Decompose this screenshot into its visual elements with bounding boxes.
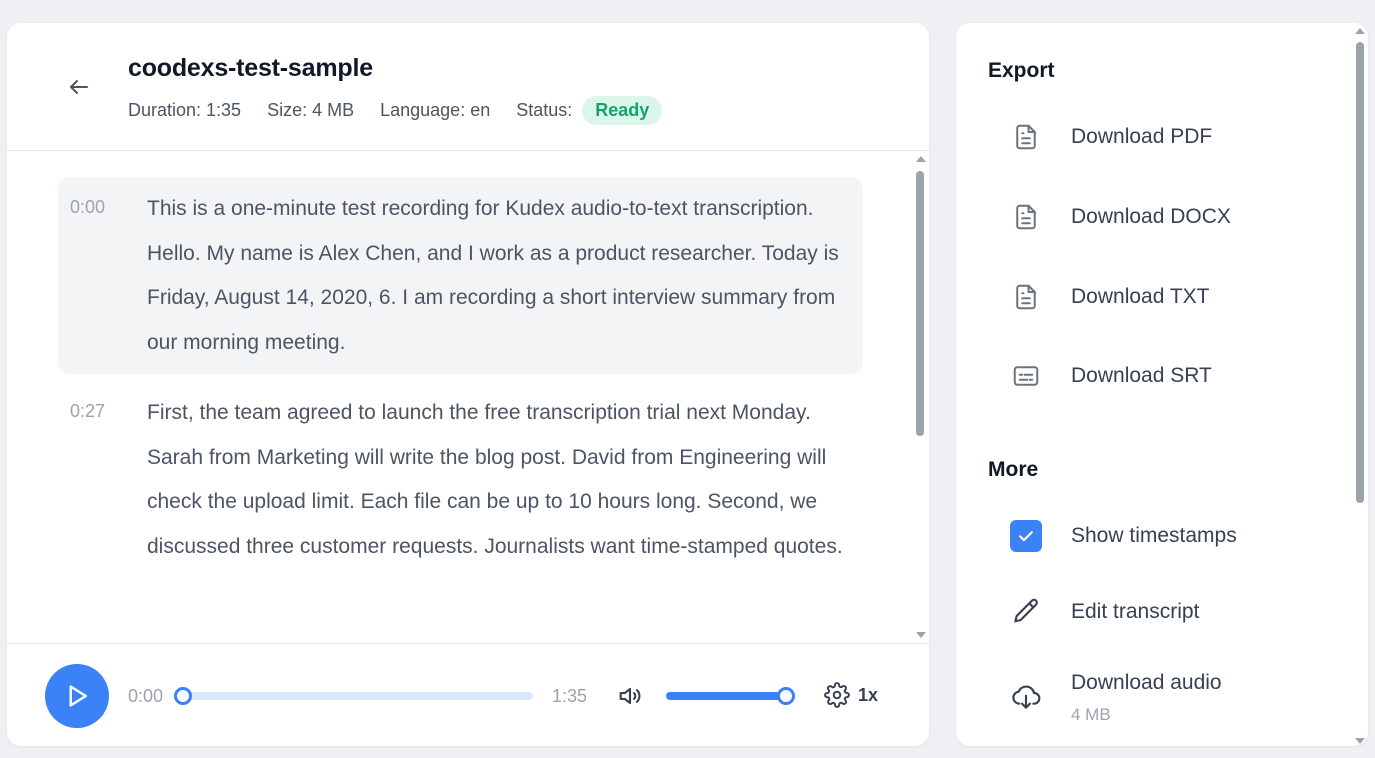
volume-fill: [666, 692, 786, 700]
audio-size-text: 4 MB: [1071, 705, 1111, 724]
download-docx-label: Download DOCX: [1071, 205, 1231, 228]
edit-transcript-label: Edit transcript: [1071, 600, 1200, 623]
file-meta: Duration: 1:35 Size: 4 MB Language: en S…: [128, 94, 663, 126]
panel-scrollbar[interactable]: [1354, 26, 1366, 746]
transcript-list[interactable]: 0:00 This is a one-minute test recording…: [7, 151, 929, 643]
checkbox-wrapper: [1004, 514, 1048, 558]
gear-icon: [824, 682, 850, 708]
arrow-left-icon: [70, 80, 88, 94]
subtitles-icon: [1004, 354, 1048, 398]
volume-slider[interactable]: [666, 687, 795, 705]
download-pdf-label: Download PDF: [1071, 125, 1213, 148]
play-button[interactable]: [45, 664, 109, 728]
back-button[interactable]: [65, 73, 93, 101]
download-audio-button[interactable]: Download audio: [1004, 671, 1344, 719]
settings-button[interactable]: [824, 682, 852, 710]
playback-speed-button[interactable]: 1x: [858, 685, 878, 706]
show-timestamps-checkbox[interactable]: [1010, 520, 1042, 552]
more-section-title: More: [988, 458, 1039, 481]
segment-timestamp[interactable]: 0:00: [70, 197, 105, 218]
download-docx-button[interactable]: Download DOCX: [1004, 195, 1344, 239]
page-title: coodexs-test-sample: [128, 54, 373, 82]
actions-panel: Export Download PDF Download DOCX Downlo…: [956, 23, 1368, 746]
cloud-download-icon: [1004, 675, 1048, 719]
language-text: Language: en: [380, 99, 491, 120]
size-text: Size: 4 MB: [267, 99, 355, 120]
download-txt-label: Download TXT: [1071, 285, 1210, 308]
transcript-card: coodexs-test-sample Duration: 1:35 Size:…: [7, 23, 929, 746]
scrollbar-thumb[interactable]: [916, 171, 924, 436]
scrollbar-thumb[interactable]: [1356, 42, 1364, 503]
segment-text: First, the team agreed to launch the fre…: [147, 401, 843, 559]
scroll-down-icon[interactable]: [916, 632, 926, 638]
status-label: Status:: [516, 99, 573, 120]
show-timestamps-label: Show timestamps: [1071, 524, 1237, 547]
document-icon: [1004, 195, 1048, 239]
download-txt-button[interactable]: Download TXT: [1004, 275, 1344, 319]
file-header: coodexs-test-sample Duration: 1:35 Size:…: [7, 23, 929, 151]
volume-button[interactable]: [616, 682, 646, 710]
current-time: 0:00: [128, 686, 164, 706]
play-icon: [69, 685, 87, 707]
show-timestamps-toggle[interactable]: Show timestamps: [1004, 514, 1344, 558]
document-icon: [1004, 115, 1048, 159]
scroll-down-icon[interactable]: [1355, 738, 1365, 744]
scroll-up-icon[interactable]: [1355, 28, 1365, 34]
transcript-segment[interactable]: 0:27 First, the team agreed to launch th…: [58, 381, 863, 613]
segment-text: This is a one-minute test recording for …: [147, 197, 839, 355]
scroll-up-icon[interactable]: [916, 156, 926, 162]
volume-icon: [619, 687, 641, 705]
audio-player: 0:00 1:35 1x: [7, 643, 929, 746]
total-time: 1:35: [552, 686, 588, 706]
export-section-title: Export: [988, 59, 1055, 82]
download-srt-button[interactable]: Download SRT: [1004, 354, 1344, 398]
edit-transcript-button[interactable]: Edit transcript: [1004, 590, 1344, 634]
download-pdf-button[interactable]: Download PDF: [1004, 115, 1344, 159]
download-srt-label: Download SRT: [1071, 364, 1212, 387]
volume-handle[interactable]: [777, 687, 795, 705]
transcript-segment[interactable]: 0:00 This is a one-minute test recording…: [58, 177, 863, 374]
duration-text: Duration: 1:35: [128, 99, 242, 120]
progress-handle[interactable]: [174, 687, 192, 705]
progress-slider[interactable]: [174, 687, 533, 705]
check-icon: [1019, 531, 1033, 542]
transcript-scrollbar[interactable]: [914, 154, 926, 640]
pencil-icon: [1004, 590, 1048, 634]
status-badge: Ready: [582, 95, 663, 125]
document-icon: [1004, 275, 1048, 319]
segment-timestamp[interactable]: 0:27: [70, 401, 105, 422]
download-audio-label: Download audio: [1071, 671, 1222, 694]
